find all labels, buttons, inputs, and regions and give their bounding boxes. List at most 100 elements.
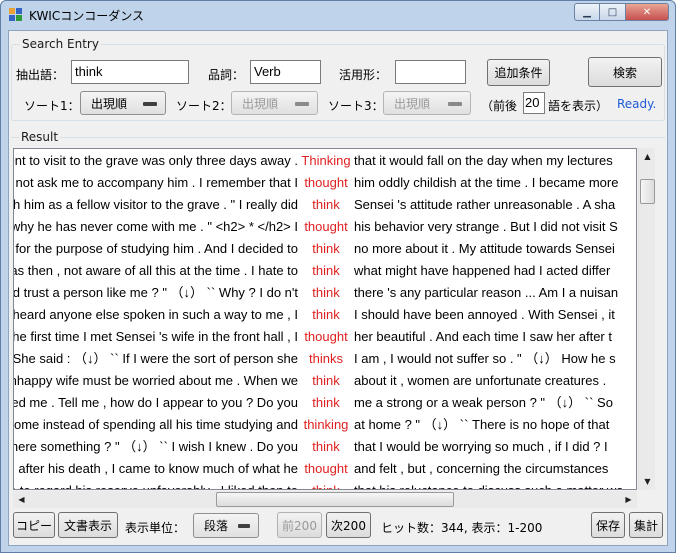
kwic-row[interactable]: he said , I went to visit to the grave w… <box>14 150 636 172</box>
kwic-left-context-clip: I came to regard his reserve unfavorably… <box>14 480 298 489</box>
kwic-left-context: " I wonder why he has never come with me… <box>14 219 298 234</box>
kwic-right-context-clip: that his reluctance to discuss such a ma… <box>354 480 636 489</box>
kwic-row[interactable]: Then , soon after his death , I came to … <box>14 458 636 480</box>
close-button[interactable]: ✕ <box>626 3 669 21</box>
window-title: KWICコンコーダンス <box>29 9 144 23</box>
statistics-button[interactable]: 集計 <box>629 512 663 538</box>
kwic-right-context-clip: there 's any particular reason ... Am I … <box>354 282 636 304</box>
minimize-icon: ▁ <box>583 6 591 18</box>
kwic-keyword: thinking <box>303 417 349 432</box>
kwic-right-context: I am , I would not suffer so . " （↓） How… <box>354 351 616 366</box>
kwic-row[interactable]: 's whim , and her unhappy wife must be w… <box>14 370 636 392</box>
sort1-select[interactable]: 出現順 <box>80 91 166 115</box>
kwic-keyword: think <box>312 197 340 212</box>
kwic-right-context: about it , women are unfortunate creatur… <box>354 373 607 388</box>
scroll-left-icon[interactable]: ◀ <box>13 491 30 508</box>
kwic-right-context-clip: that I would be worrying so much , if I … <box>354 436 636 458</box>
app-icon <box>9 8 23 22</box>
horizontal-scrollbar[interactable]: ◀ ▶ <box>13 491 637 508</box>
kwic-left-context-clip: I did not go to him for the purpose of s… <box>14 238 298 260</box>
kwic-left-context: I was then , not aware of all this at th… <box>14 263 298 278</box>
kwic-right-context-clip: at home ? " （↓） `` There is no hope of t… <box>354 414 636 436</box>
kwic-left-context-clip: Then , soon after his death , I came to … <box>14 458 298 480</box>
save-button[interactable]: 保存 <box>591 512 625 538</box>
unit-label: 表示単位： <box>125 521 186 535</box>
vertical-scrollbar[interactable]: ▲ ▼ <box>638 148 655 490</box>
scroll-corner <box>638 491 655 508</box>
scroll-up-icon[interactable]: ▲ <box>639 148 656 165</box>
kwic-left-context-clip: The first time I met Sensei 's wife in t… <box>14 326 298 348</box>
kwic-keyword: thought <box>304 219 348 234</box>
kwic-right-context-clip: what might have happened had I acted dif… <box>354 260 636 282</box>
kwic-left-context-clip: " I wonder why he has never come with me… <box>14 216 298 238</box>
kwic-left-context: In any case he did not ask me to accompa… <box>14 175 298 190</box>
kwic-row[interactable]: that I should not go with him as a fello… <box>14 194 636 216</box>
kwic-row[interactable]: In any case he did not ask me to accompa… <box>14 172 636 194</box>
kwic-left-context: She said : （↓） `` If I were the sort of … <box>14 351 298 366</box>
chevron-down-icon <box>143 102 157 106</box>
kwic-right-context: I should have been annoyed . With Sensei… <box>354 307 615 322</box>
status-text: Ready. <box>617 97 657 111</box>
kwic-right-context: me a strong or a weak person ? " （↓） `` … <box>354 395 613 410</box>
kwic-result-list[interactable]: he said , I went to visit to the grave w… <box>13 148 637 490</box>
kwic-left-context-clip: She said : （↓） `` If I were the sort of … <box>14 348 298 370</box>
context-words-input[interactable]: 20 <box>523 92 545 114</box>
kwic-row[interactable]: who could trust a person like me ? " （↓）… <box>14 282 636 304</box>
pos-input[interactable]: Verb <box>250 60 321 84</box>
search-entry-title: Search Entry <box>20 37 101 51</box>
search-button[interactable]: 検索 <box>588 57 662 87</box>
kwic-row[interactable]: she asked me . Tell me , how do I appear… <box>14 392 636 414</box>
conjugation-input[interactable] <box>395 60 466 84</box>
context-suffix: 語を表示） <box>548 99 609 113</box>
kwic-row[interactable]: She said : （↓） `` If I were the sort of … <box>14 348 636 370</box>
kwic-row[interactable]: I came to regard his reserve unfavorably… <box>14 480 636 489</box>
kwic-row[interactable]: Is there something ? " （↓） `` I wish I k… <box>14 436 636 458</box>
prev200-button[interactable]: 前200 <box>277 512 322 538</box>
sort2-select[interactable]: 出現順 <box>231 91 318 115</box>
chevron-down-icon <box>238 524 250 528</box>
kwic-left-context-clip: Is there something ? " （↓） `` I wish I k… <box>14 436 298 458</box>
show-document-button[interactable]: 文書表示 <box>58 512 118 538</box>
kwic-row[interactable]: " I wonder why he has never come with me… <box>14 216 636 238</box>
kwic-left-context: she asked me . Tell me , how do I appear… <box>14 395 298 410</box>
extract-word-input[interactable]: think <box>71 60 189 84</box>
scroll-down-icon[interactable]: ▼ <box>639 473 656 490</box>
sort1-label: ソート1： <box>24 99 80 113</box>
kwic-right-context: his behavior very strange . But I did no… <box>354 219 618 234</box>
kwic-right-context: her beautiful . And each time I saw her … <box>354 329 612 344</box>
kwic-right-context-clip: his behavior very strange . But I did no… <box>354 216 636 238</box>
next200-button[interactable]: 次200 <box>326 512 371 538</box>
sort2-label: ソート2： <box>176 99 232 113</box>
title-bar[interactable]: KWICコンコーダンス ▁ □ ✕ <box>1 1 675 28</box>
kwic-left-context: I had never heard anyone else spoken in … <box>14 307 298 322</box>
kwic-right-context: him oddly childish at the time . I becam… <box>354 175 619 190</box>
vertical-scroll-thumb[interactable] <box>640 179 655 204</box>
kwic-left-context-clip: that I should not go with him as a fello… <box>14 194 298 216</box>
kwic-right-context-clip: I should have been annoyed . With Sensei… <box>354 304 636 326</box>
kwic-left-context-clip: I was then , not aware of all this at th… <box>14 260 298 282</box>
kwic-row[interactable]: The first time I met Sensei 's wife in t… <box>14 326 636 348</box>
horizontal-scroll-thumb[interactable] <box>216 492 454 507</box>
app-window: KWICコンコーダンス ▁ □ ✕ Search Entry 抽出語： thin… <box>0 0 676 553</box>
kwic-row[interactable]: I was then , not aware of all this at th… <box>14 260 636 282</box>
kwic-row[interactable]: to do than to stay at home instead of sp… <box>14 414 636 436</box>
maximize-button[interactable]: □ <box>600 3 626 21</box>
context-prefix: （前後 <box>481 99 518 113</box>
search-entry-group: Search Entry 抽出語： think 品詞： Verb 活用形： 追加… <box>11 37 665 121</box>
scroll-right-icon[interactable]: ▶ <box>620 491 637 508</box>
copy-button[interactable]: コピー <box>13 512 55 538</box>
add-condition-button[interactable]: 追加条件 <box>487 59 550 86</box>
kwic-right-context-clip: I am , I would not suffer so . " （↓） How… <box>354 348 636 370</box>
kwic-row[interactable]: I did not go to him for the purpose of s… <box>14 238 636 260</box>
kwic-keyword: think <box>312 373 340 388</box>
kwic-left-context-clip: 's whim , and her unhappy wife must be w… <box>14 370 298 392</box>
kwic-row[interactable]: I had never heard anyone else spoken in … <box>14 304 636 326</box>
kwic-left-context: I came to regard his reserve unfavorably… <box>14 480 298 489</box>
kwic-keyword: think <box>312 285 340 300</box>
sort3-select[interactable]: 出現順 <box>383 91 471 115</box>
sort1-value: 出現順 <box>91 96 128 111</box>
unit-select[interactable]: 段落 <box>193 513 259 538</box>
client-area: Search Entry 抽出語： think 品詞： Verb 活用形： 追加… <box>8 30 668 546</box>
minimize-button[interactable]: ▁ <box>574 3 600 21</box>
kwic-right-context-clip: me a strong or a weak person ? " （↓） `` … <box>354 392 636 414</box>
